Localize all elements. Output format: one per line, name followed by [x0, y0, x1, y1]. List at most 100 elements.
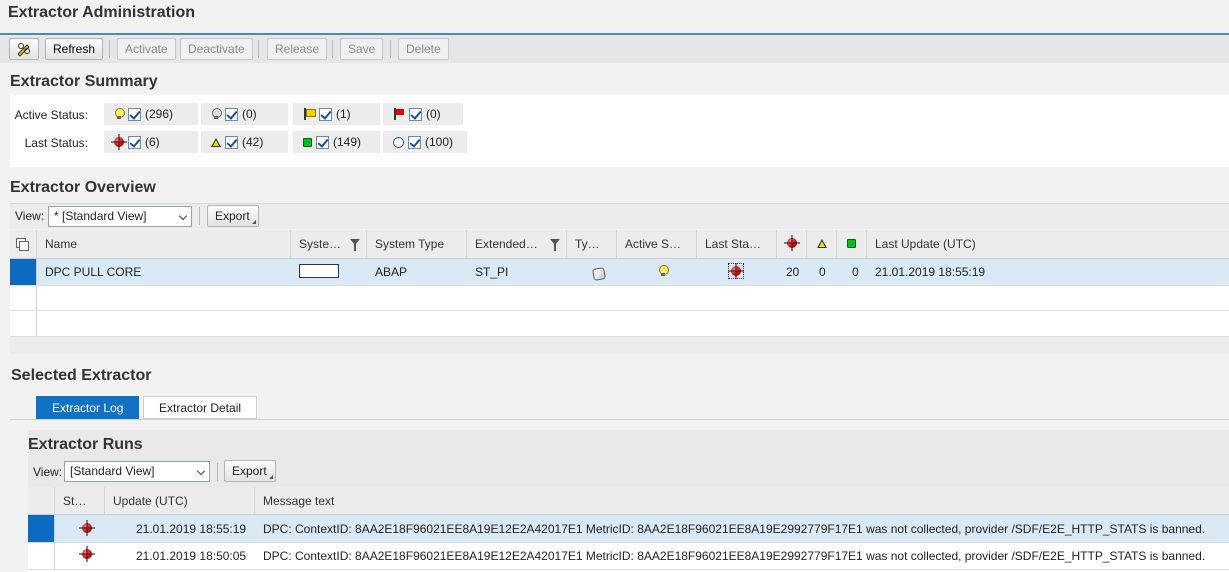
runs-grid: St… Update (UTC) Message text 21.01.2019…	[28, 487, 1229, 572]
status-count: (100)	[425, 135, 454, 149]
last-none-checkbox[interactable]	[408, 135, 421, 149]
col-name[interactable]: Name	[37, 230, 291, 258]
active-red-flag-checkbox[interactable]	[409, 107, 422, 121]
pencil-glasses-icon	[17, 43, 30, 57]
status-count: (1)	[336, 107, 351, 121]
col-yellow-count[interactable]	[807, 230, 837, 258]
view-select[interactable]: * [Standard View]	[48, 206, 192, 227]
overview-toolbar: View: * [Standard View] Export	[10, 203, 1229, 229]
summary-title: Extractor Summary	[10, 73, 158, 90]
summary-panel: Active Status: Last Status: (296) (0) (1…	[10, 95, 1229, 167]
active-off-checkbox[interactable]	[225, 107, 238, 121]
refresh-button[interactable]: Refresh	[45, 38, 104, 60]
select-all-icon	[16, 238, 29, 251]
save-button[interactable]: Save	[340, 38, 384, 60]
runs-toolbar: View: [Standard View] Export	[28, 457, 1229, 485]
cell-last-update: 21.01.2019 18:55:19	[875, 265, 986, 279]
active-filter-off[interactable]: (0)	[200, 102, 289, 126]
last-yellow-checkbox[interactable]	[225, 135, 238, 149]
cell-system	[291, 259, 339, 285]
tab-extractor-detail[interactable]: Extractor Detail	[143, 396, 258, 419]
deactivate-button[interactable]: Deactivate	[180, 38, 253, 60]
cell-last-status	[720, 259, 744, 285]
tab-extractor-log[interactable]: Extractor Log	[36, 396, 140, 419]
col-type[interactable]: Ty…	[567, 230, 617, 258]
table-row[interactable]: 21.01.2019 18:55:19 DPC: ContextID: 8AA2…	[28, 515, 1229, 543]
runs-view-select[interactable]: [Standard View]	[64, 461, 210, 482]
col-red-count[interactable]	[777, 230, 807, 258]
col-message[interactable]: Message text	[255, 487, 1229, 514]
status-count: (0)	[242, 107, 257, 121]
active-on-checkbox[interactable]	[128, 107, 141, 121]
col-green-count[interactable]	[837, 230, 867, 258]
red-light-icon	[784, 238, 800, 248]
cell-extended: ST_PI	[475, 265, 509, 279]
cell-active-status	[650, 259, 669, 285]
cell-system-type: ABAP	[375, 265, 408, 279]
toolbar-separator	[199, 207, 200, 225]
last-filter-red[interactable]: (6)	[103, 130, 199, 154]
filter-icon	[350, 239, 360, 251]
extractor-grid: Name Syste… System Type Extended… Ty… Ac…	[10, 230, 1229, 354]
cell-status	[74, 515, 95, 542]
status-count: (6)	[145, 135, 160, 149]
row-selector[interactable]	[10, 311, 37, 336]
last-filter-green[interactable]: (149)	[292, 130, 381, 154]
filter-icon	[550, 239, 560, 251]
select-all-cell[interactable]	[10, 230, 37, 258]
row-selector[interactable]	[28, 543, 55, 569]
select-all-cell[interactable]	[28, 487, 55, 514]
cell-green-count: 0	[852, 265, 859, 279]
extractor-runs-title: Extractor Runs	[28, 436, 143, 453]
toolbar-separator	[390, 40, 391, 58]
col-last-status[interactable]: Last Sta…	[697, 230, 777, 258]
grid-footer	[10, 337, 1229, 354]
col-status[interactable]: St…	[55, 487, 105, 514]
view-select-value: * [Standard View]	[54, 209, 147, 223]
last-filter-yellow[interactable]: (42)	[200, 130, 289, 154]
row-selector[interactable]	[28, 515, 55, 542]
yellow-triangle-icon	[817, 239, 827, 248]
col-system-type[interactable]: System Type	[367, 230, 467, 258]
delete-button[interactable]: Delete	[398, 38, 449, 60]
row-selector[interactable]	[10, 259, 37, 285]
cell-message: DPC: ContextID: 8AA2E18F96021EE8A19E12E2…	[263, 522, 1206, 536]
col-last-update[interactable]: Last Update (UTC)	[867, 230, 1229, 258]
row-selector[interactable]	[10, 286, 37, 310]
active-status-label: Active Status:	[14, 108, 88, 122]
status-count: (0)	[426, 107, 441, 121]
col-update[interactable]: Update (UTC)	[105, 487, 255, 514]
last-status-label: Last Status:	[24, 136, 88, 150]
edit-mode-button[interactable]	[9, 38, 39, 60]
status-count: (149)	[333, 135, 362, 149]
active-yellow-flag-checkbox[interactable]	[319, 107, 332, 121]
col-system-label: Syste…	[299, 237, 342, 251]
release-button[interactable]: Release	[267, 38, 328, 60]
activate-button[interactable]: Activate	[117, 38, 176, 60]
active-filter-on[interactable]: (296)	[103, 102, 199, 126]
system-input-box[interactable]	[299, 263, 339, 278]
table-row[interactable]: DPC PULL CORE ABAP ST_PI 20 0 0 21.01.20…	[10, 259, 1229, 286]
red-light-icon	[728, 266, 744, 276]
last-green-checkbox[interactable]	[316, 135, 329, 149]
active-filter-red-flag[interactable]: (0)	[382, 102, 464, 126]
col-extended[interactable]: Extended…	[467, 230, 567, 258]
empty-circle-icon	[393, 136, 404, 148]
last-red-checkbox[interactable]	[128, 135, 141, 149]
table-row-empty	[10, 311, 1229, 337]
active-filter-yellow-flag[interactable]: (1)	[292, 102, 381, 126]
toolbar-separator	[332, 40, 333, 58]
status-count: (296)	[145, 107, 174, 121]
runs-export-button[interactable]: Export	[224, 460, 276, 482]
last-filter-none[interactable]: (100)	[382, 130, 468, 154]
red-flag-icon	[393, 108, 405, 120]
col-active-status[interactable]: Active S…	[617, 230, 697, 258]
last-status-focus[interactable]	[728, 263, 744, 279]
table-row[interactable]: 21.01.2019 18:50:05 DPC: ContextID: 8AA2…	[28, 543, 1229, 570]
status-count: (42)	[242, 135, 264, 149]
col-system[interactable]: Syste…	[291, 230, 367, 258]
export-button[interactable]: Export	[207, 205, 259, 227]
cell-update: 21.01.2019 18:50:05	[136, 549, 247, 563]
cell-type	[585, 259, 606, 285]
extractor-runs-panel: Extractor Runs View: [Standard View] Exp…	[28, 430, 1229, 572]
